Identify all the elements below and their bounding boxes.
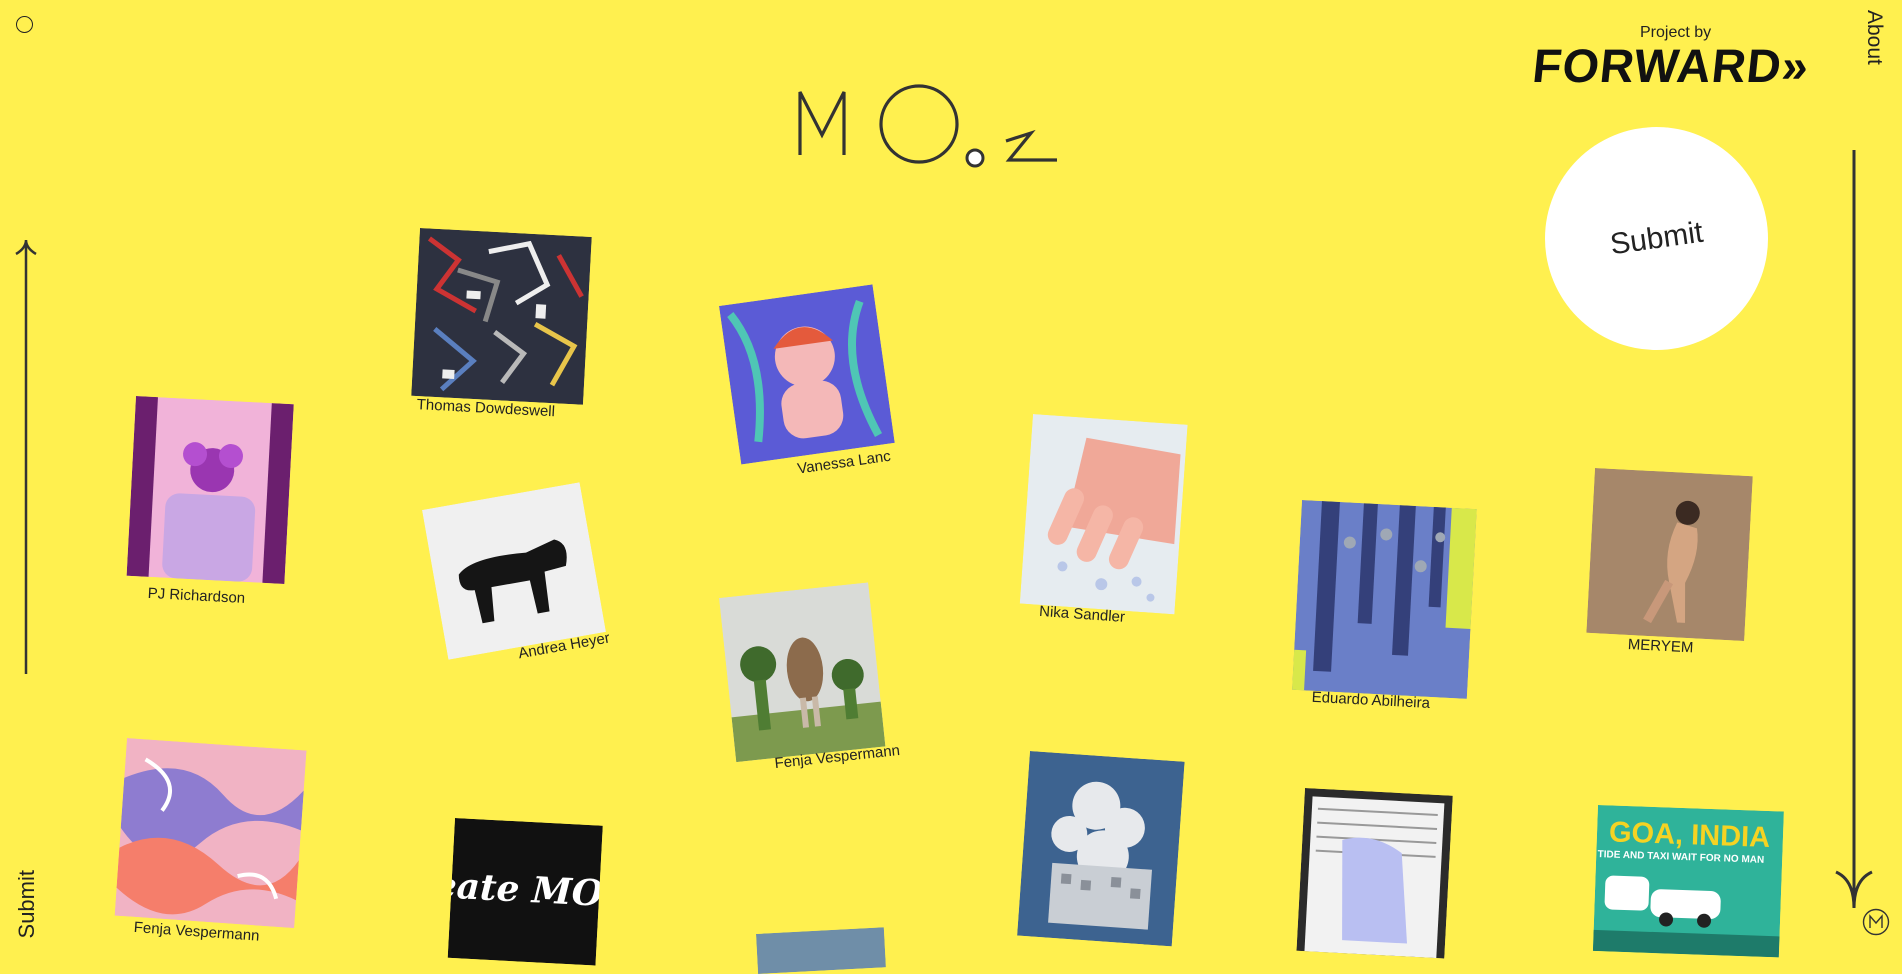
topiary-garden-art <box>719 582 886 763</box>
nails-art <box>1019 414 1188 615</box>
mo-badge-icon <box>1862 908 1890 936</box>
newspaper-hands-art <box>1296 788 1453 959</box>
artist-name: PJ Richardson <box>147 584 246 607</box>
artist-name: MERYEM <box>1627 635 1694 657</box>
poster-title: GOA, INDIA <box>1608 816 1770 854</box>
submit-vertical-link[interactable]: Submit <box>14 870 40 938</box>
arrow-up-icon[interactable] <box>14 238 38 674</box>
black-bear-sculpture-art <box>422 482 606 660</box>
figure-photo-art <box>1586 468 1753 642</box>
illustrated-face-art <box>719 284 895 465</box>
abstract-mosaic-art <box>411 228 592 405</box>
cloud-structure-art <box>1017 751 1185 947</box>
liquid-swirl-art <box>114 738 307 929</box>
menu-circle-icon[interactable] <box>16 16 33 33</box>
blue-drip-art <box>1292 500 1477 699</box>
forward-partner-logo[interactable]: FORWARD» <box>1530 38 1812 93</box>
submit-button-label: Submit <box>1607 215 1705 261</box>
submit-button[interactable]: Submit <box>1545 127 1768 350</box>
arrow-down-icon[interactable] <box>1834 150 1874 912</box>
create-more-poster-art: Create MORE <box>447 818 603 966</box>
goa-india-poster-art: GOA, INDIA WHERE TIME TIDE AND TAXI WAIT… <box>1593 805 1784 958</box>
pink-robe-figure-art <box>126 396 294 585</box>
about-link[interactable]: About <box>1862 10 1886 65</box>
moz-logo[interactable] <box>795 80 1060 170</box>
